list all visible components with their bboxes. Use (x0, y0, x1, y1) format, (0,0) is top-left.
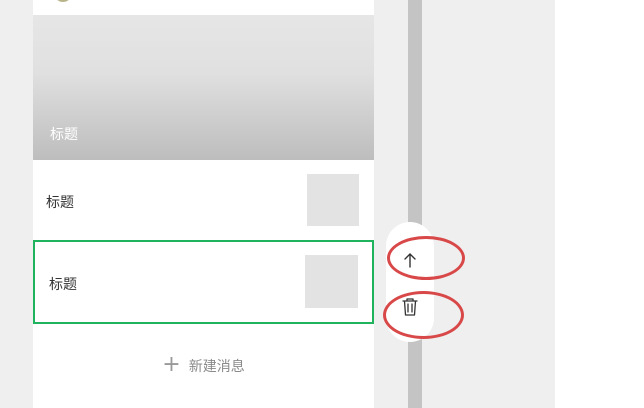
article-editor-card: 标题 标题 标题 + 新建消息 (33, 0, 374, 408)
arrow-up-icon (404, 253, 416, 268)
list-item[interactable]: 标题 (33, 160, 374, 240)
item-title: 标题 (49, 277, 77, 293)
move-up-button[interactable] (386, 241, 434, 279)
new-message-button[interactable]: + 新建消息 (33, 324, 374, 408)
avatar (56, 0, 70, 2)
divider-strip (408, 0, 422, 408)
plus-icon: + (162, 352, 181, 377)
thumbnail-placeholder (307, 174, 359, 226)
thumbnail-placeholder (305, 255, 358, 308)
right-panel (555, 0, 644, 408)
cover-title: 标题 (50, 127, 78, 143)
delete-button[interactable] (386, 288, 434, 326)
new-message-label: 新建消息 (188, 359, 245, 375)
trash-icon (402, 298, 418, 316)
cover-article-item[interactable]: 标题 (33, 15, 374, 160)
item-action-toolbar (386, 222, 434, 342)
list-item-selected[interactable]: 标题 (33, 240, 374, 324)
item-title: 标题 (46, 195, 74, 211)
